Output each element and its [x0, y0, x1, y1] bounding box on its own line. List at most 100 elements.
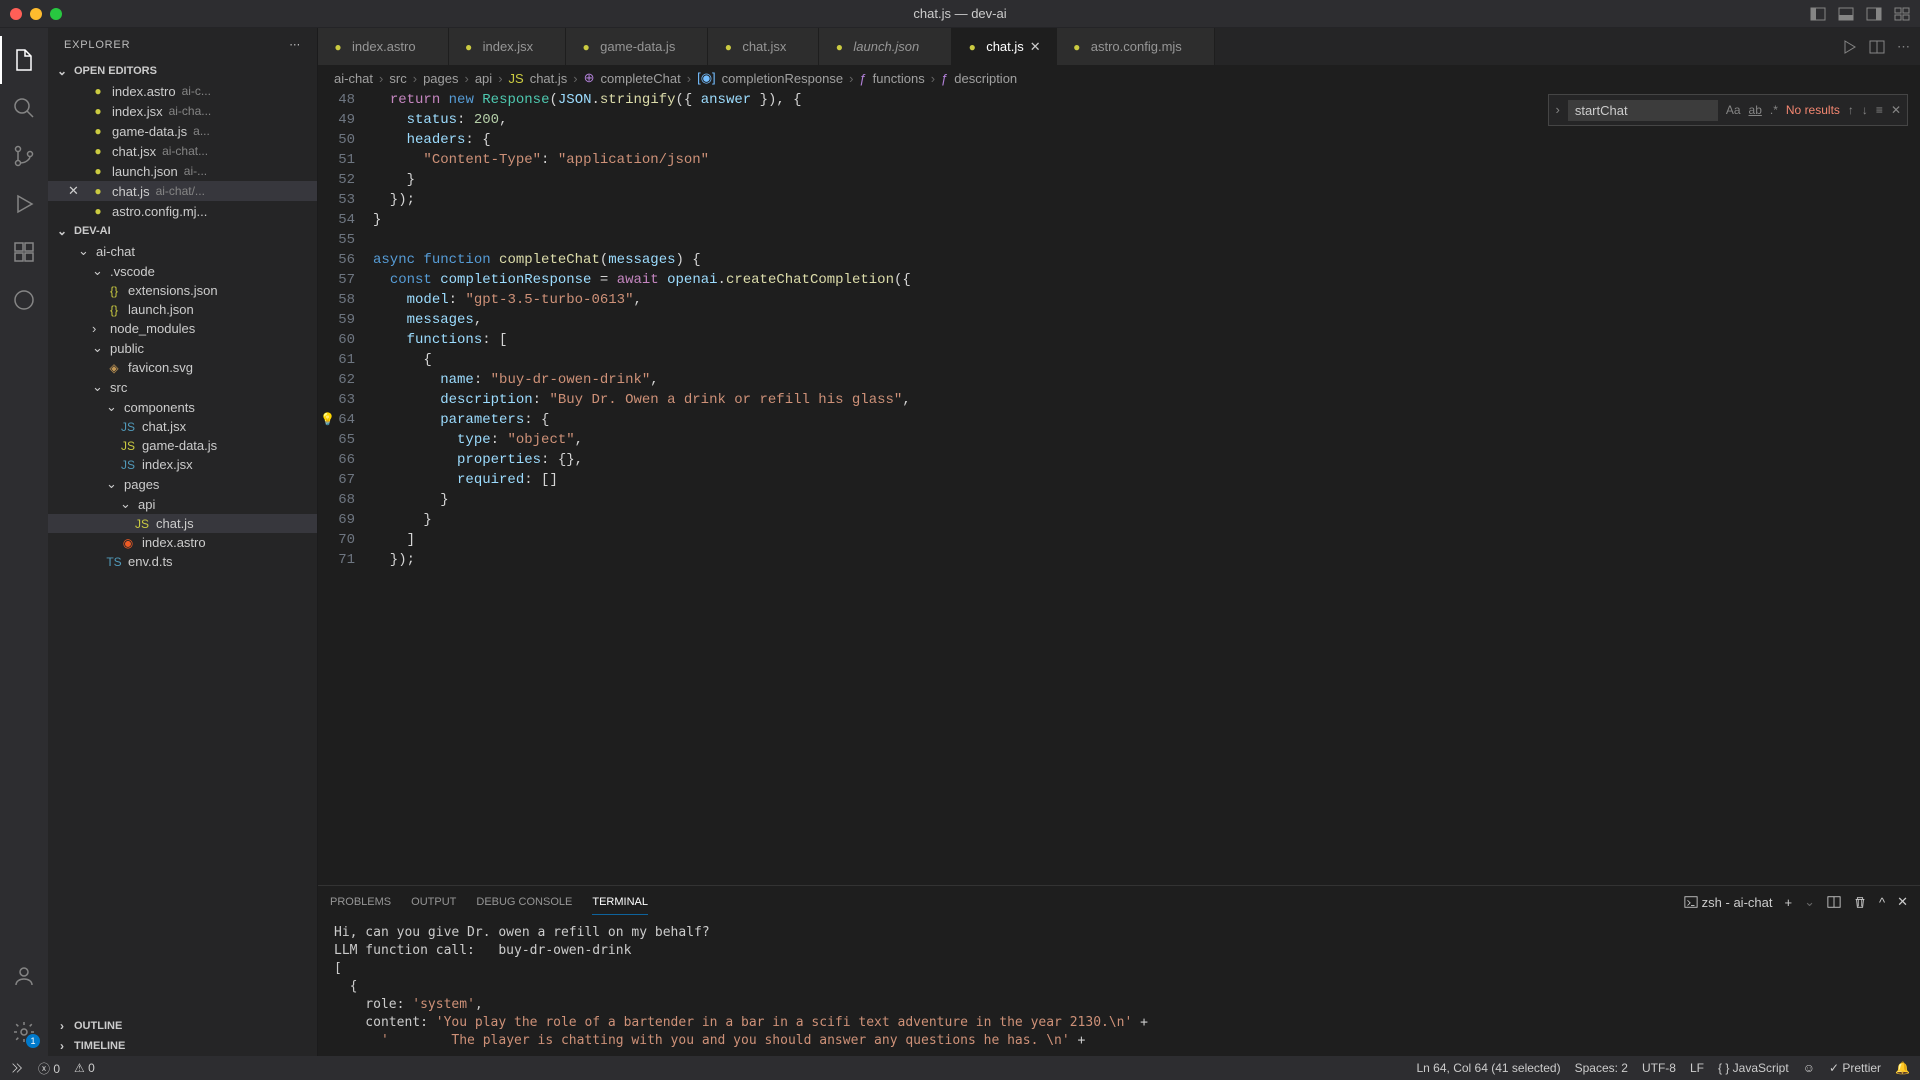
- layout-sidebar-left-icon[interactable]: [1810, 6, 1826, 22]
- open-editor-item[interactable]: ✕●index.jsx ai-cha...: [48, 101, 317, 121]
- folder-vscode[interactable]: ⌄.vscode: [48, 261, 317, 281]
- find-results: No results: [1786, 100, 1840, 120]
- status-feedback-icon[interactable]: ☺: [1803, 1061, 1815, 1075]
- open-editor-item[interactable]: ✕●astro.config.mj...: [48, 201, 317, 221]
- activity-accounts[interactable]: [0, 952, 48, 1000]
- status-notifications-icon[interactable]: 🔔: [1895, 1061, 1910, 1075]
- activity-search[interactable]: [0, 84, 48, 132]
- activitybar: 1: [0, 28, 48, 1056]
- editor-tab[interactable]: ●index.astro✕: [318, 28, 449, 65]
- open-editor-item[interactable]: ✕●launch.json ai-...: [48, 161, 317, 181]
- sidebar-title: EXPLORER: [64, 39, 130, 51]
- layout-panel-icon[interactable]: [1838, 6, 1854, 22]
- terminal-new-icon[interactable]: +: [1784, 895, 1792, 910]
- file-index-jsx[interactable]: JSindex.jsx: [48, 455, 317, 474]
- find-selection-icon[interactable]: ≡: [1876, 100, 1883, 120]
- activity-settings[interactable]: 1: [0, 1008, 48, 1056]
- editor-tabs: ●index.astro✕●index.jsx✕●game-data.js✕●c…: [318, 28, 1920, 66]
- status-errors[interactable]: ⓧ 0: [38, 1060, 60, 1077]
- terminal-kill-icon[interactable]: [1853, 895, 1867, 909]
- activity-run-debug[interactable]: [0, 180, 48, 228]
- folder-components[interactable]: ⌄components: [48, 397, 317, 417]
- panel-close-icon[interactable]: ✕: [1897, 894, 1908, 910]
- folder-node-modules[interactable]: ›node_modules: [48, 319, 317, 338]
- window-maximize-button[interactable]: [50, 8, 62, 20]
- editor-tab[interactable]: ●chat.js✕: [952, 28, 1057, 65]
- titlebar: chat.js — dev-ai: [0, 0, 1920, 28]
- editor-tab[interactable]: ●game-data.js✕: [566, 28, 708, 65]
- file-launch-json[interactable]: {}launch.json: [48, 300, 317, 319]
- settings-badge: 1: [26, 1034, 40, 1048]
- statusbar: ⓧ 0 ⚠ 0 Ln 64, Col 64 (41 selected) Spac…: [0, 1056, 1920, 1080]
- find-next-icon[interactable]: ↓: [1862, 100, 1868, 120]
- terminal-shell-label[interactable]: zsh - ai-chat: [1684, 895, 1773, 910]
- file-chat-jsx[interactable]: JSchat.jsx: [48, 417, 317, 436]
- open-editor-item[interactable]: ✕●chat.js ai-chat/...: [48, 181, 317, 201]
- panel-tab-debug[interactable]: DEBUG CONSOLE: [476, 890, 572, 914]
- layout-sidebar-right-icon[interactable]: [1866, 6, 1882, 22]
- editor[interactable]: 4849505152535455565758596061626364💡65666…: [318, 90, 1920, 885]
- folder-api[interactable]: ⌄api: [48, 494, 317, 514]
- folder-ai-chat[interactable]: ⌄ai-chat: [48, 241, 317, 261]
- run-icon[interactable]: [1841, 39, 1857, 55]
- status-warnings[interactable]: ⚠ 0: [74, 1061, 95, 1075]
- panel-tab-problems[interactable]: PROBLEMS: [330, 890, 391, 914]
- open-editor-item[interactable]: ✕●game-data.js a...: [48, 121, 317, 141]
- breadcrumb[interactable]: ai-chat› src› pages› api› JSchat.js› ⊕co…: [318, 66, 1920, 90]
- open-editor-item[interactable]: ✕●chat.jsx ai-chat...: [48, 141, 317, 161]
- file-env-dts[interactable]: TSenv.d.ts: [48, 552, 317, 571]
- sidebar-more-icon[interactable]: ⋯: [289, 38, 301, 51]
- timeline-header[interactable]: ›TIMELINE: [48, 1036, 317, 1056]
- status-prettier[interactable]: ✓ Prettier: [1829, 1061, 1881, 1075]
- outline-header[interactable]: ›OUTLINE: [48, 1016, 317, 1036]
- file-extensions-json[interactable]: {}extensions.json: [48, 281, 317, 300]
- panel: PROBLEMS OUTPUT DEBUG CONSOLE TERMINAL z…: [318, 885, 1920, 1056]
- open-editor-item[interactable]: ✕●index.astro ai-c...: [48, 81, 317, 101]
- folder-public[interactable]: ⌄public: [48, 338, 317, 358]
- find-whole-word-icon[interactable]: ab: [1749, 100, 1762, 120]
- status-encoding[interactable]: UTF-8: [1642, 1061, 1676, 1075]
- close-icon[interactable]: ✕: [1030, 39, 1044, 55]
- status-cursor-position[interactable]: Ln 64, Col 64 (41 selected): [1417, 1061, 1561, 1075]
- find-input[interactable]: [1568, 100, 1718, 121]
- editor-tab[interactable]: ●index.jsx✕: [449, 28, 567, 65]
- window-minimize-button[interactable]: [30, 8, 42, 20]
- file-index-astro[interactable]: ◉index.astro: [48, 533, 317, 552]
- find-close-icon[interactable]: ✕: [1891, 100, 1901, 120]
- find-prev-icon[interactable]: ↑: [1848, 100, 1854, 120]
- status-language[interactable]: { } JavaScript: [1718, 1061, 1789, 1075]
- find-match-case-icon[interactable]: Aa: [1726, 100, 1741, 120]
- window-close-button[interactable]: [10, 8, 22, 20]
- open-editors-header[interactable]: ⌄OPEN EDITORS: [48, 61, 317, 81]
- window-title: chat.js — dev-ai: [913, 6, 1006, 21]
- activity-edge[interactable]: [0, 276, 48, 324]
- file-game-data[interactable]: JSgame-data.js: [48, 436, 317, 455]
- panel-tab-terminal[interactable]: TERMINAL: [592, 890, 648, 915]
- project-header[interactable]: ⌄DEV-AI: [48, 221, 317, 241]
- status-eol[interactable]: LF: [1690, 1061, 1704, 1075]
- activity-extensions[interactable]: [0, 228, 48, 276]
- folder-pages[interactable]: ⌄pages: [48, 474, 317, 494]
- folder-src[interactable]: ⌄src: [48, 377, 317, 397]
- find-toggle-replace-icon[interactable]: ›: [1555, 100, 1559, 120]
- find-regex-icon[interactable]: .*: [1770, 100, 1778, 120]
- panel-tab-output[interactable]: OUTPUT: [411, 890, 456, 914]
- file-favicon[interactable]: ◈favicon.svg: [48, 358, 317, 377]
- activity-source-control[interactable]: [0, 132, 48, 180]
- activity-explorer[interactable]: [0, 36, 48, 84]
- sidebar: EXPLORER ⋯ ⌄OPEN EDITORS ✕●index.astro a…: [48, 28, 318, 1056]
- more-actions-icon[interactable]: ⋯: [1897, 39, 1910, 55]
- terminal-split-icon[interactable]: [1827, 895, 1841, 909]
- editor-tab[interactable]: ●chat.jsx✕: [708, 28, 819, 65]
- editor-tab[interactable]: ●launch.json✕: [819, 28, 952, 65]
- terminal-output[interactable]: Hi, can you give Dr. owen a refill on my…: [318, 918, 1920, 1056]
- panel-maximize-icon[interactable]: ^: [1879, 895, 1885, 910]
- status-remote-icon[interactable]: [10, 1061, 24, 1075]
- file-chat-js[interactable]: JSchat.js: [48, 514, 317, 533]
- split-editor-icon[interactable]: [1869, 39, 1885, 55]
- editor-tab[interactable]: ●astro.config.mjs✕: [1057, 28, 1215, 65]
- close-icon[interactable]: ✕: [68, 183, 84, 199]
- find-widget: › Aa ab .* No results ↑ ↓ ≡ ✕: [1548, 94, 1908, 126]
- layout-customize-icon[interactable]: [1894, 6, 1910, 22]
- status-indent[interactable]: Spaces: 2: [1575, 1061, 1628, 1075]
